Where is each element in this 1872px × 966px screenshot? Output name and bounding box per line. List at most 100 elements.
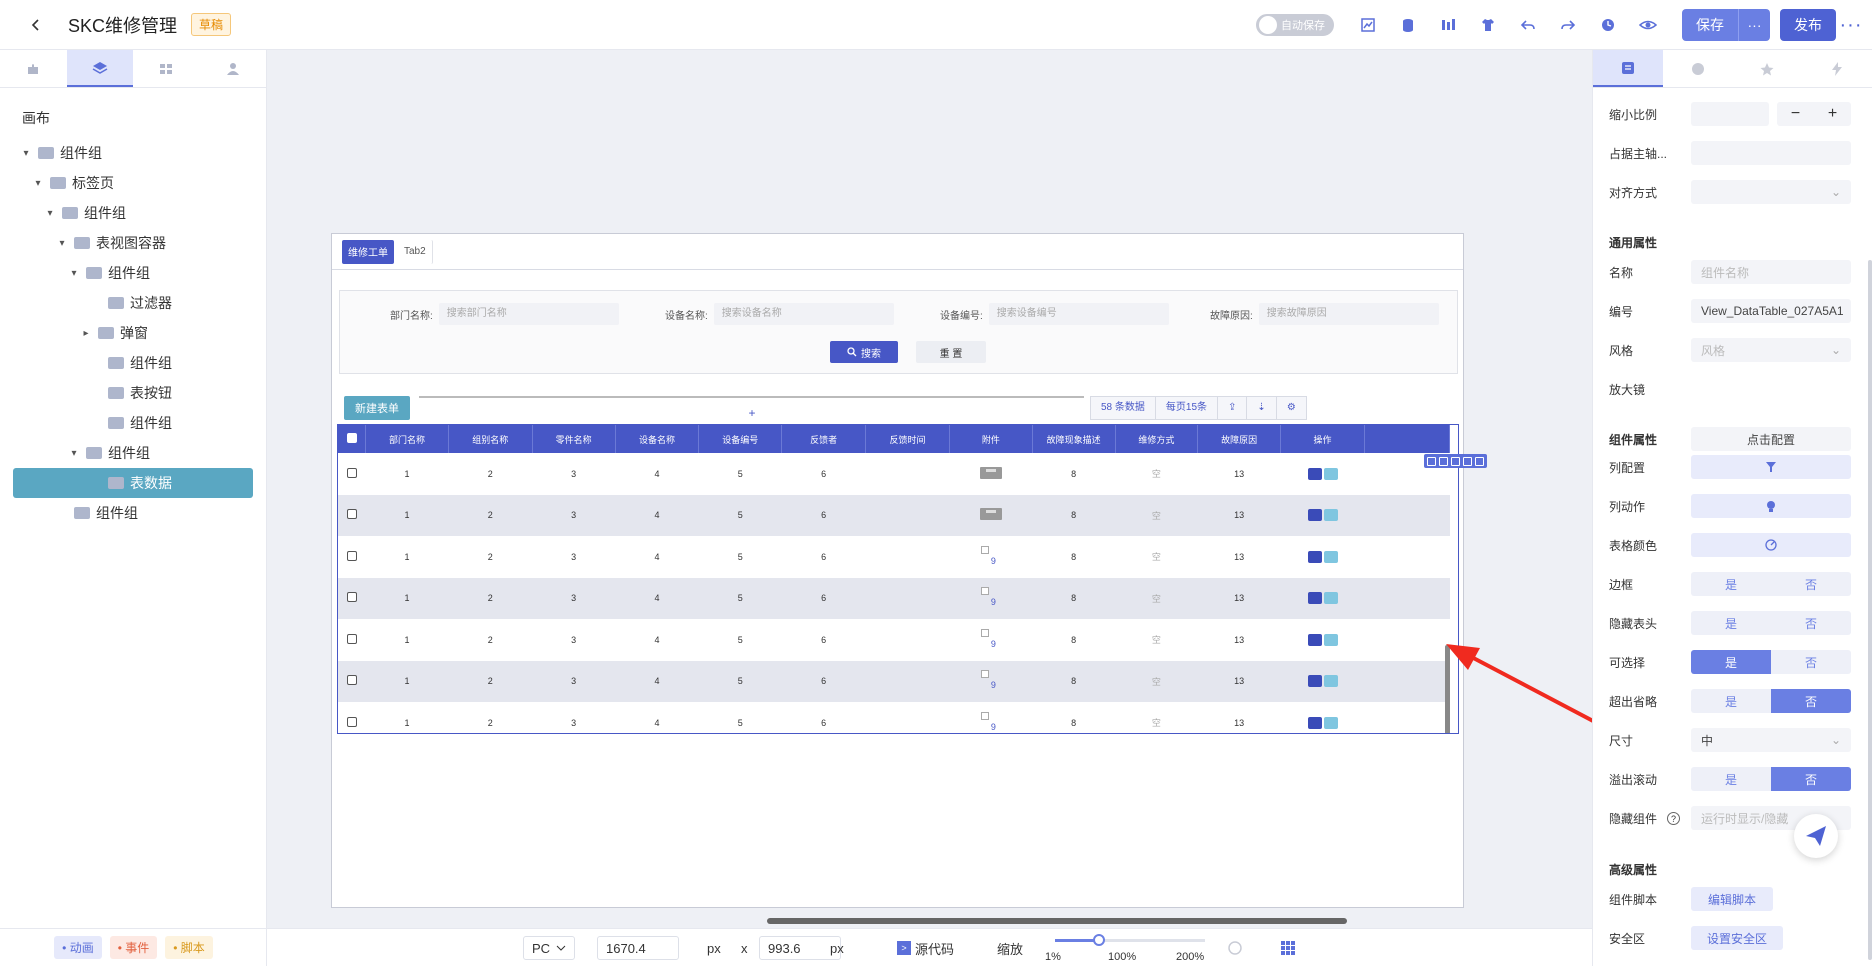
tab-templates[interactable] [133,50,200,87]
tree-node[interactable]: 表数据 [13,468,253,498]
reset-button[interactable]: 重 置 [916,341,986,363]
caret-icon[interactable]: ▾ [44,208,56,219]
device-select[interactable]: PC [523,936,576,960]
tree-node[interactable]: 组件组 [0,498,266,528]
tab-users[interactable] [200,50,267,87]
edit-script-button[interactable]: 编辑脚本 [1691,887,1773,911]
properties-scrollbar[interactable] [1868,260,1872,960]
style-select[interactable]: 风格 ⌄ [1691,338,1851,362]
tab-properties[interactable] [1593,50,1663,87]
tree-node[interactable]: ▾ 组件组 [0,438,266,468]
table-row[interactable]: 1 2 3 4 5 6 9 8 空 13 [338,619,1450,661]
view-button[interactable] [1307,633,1322,646]
column-header[interactable]: 零件名称 [532,425,616,453]
save-icon[interactable] [1427,456,1436,466]
select-all-checkbox[interactable] [346,433,357,443]
tree-node[interactable]: ▾ 组件组 [0,258,266,288]
preview-eye-icon[interactable] [1628,5,1668,45]
border-no[interactable]: 否 [1771,572,1851,596]
increment-button[interactable]: + [1814,102,1851,126]
delete-button[interactable] [1323,550,1338,563]
overflow-no[interactable]: 否 [1771,767,1851,791]
device-name-search-input[interactable]: 搜索设备名称 [713,303,894,325]
history-icon[interactable] [1588,5,1628,45]
settings-icon[interactable]: ⚙ [1277,396,1306,420]
grow-input[interactable] [1691,141,1851,165]
selectable-yes[interactable]: 是 [1691,650,1771,674]
height-input[interactable]: 993.6 [759,936,841,960]
row-checkbox[interactable] [346,467,357,478]
view-button[interactable] [1307,550,1322,563]
selectable-no[interactable]: 否 [1771,650,1851,674]
assistant-fab[interactable] [1794,814,1838,858]
grid-layout-icon[interactable] [1281,937,1295,959]
download-icon[interactable]: ⇣ [1247,396,1277,420]
size-select[interactable]: 中 ⌄ [1691,728,1851,752]
export-icon[interactable]: ⇪ [1218,396,1248,420]
tree-node[interactable]: ▾ 表视图容器 [0,228,266,258]
database-icon[interactable] [1388,5,1428,45]
column-action-button[interactable] [1691,494,1851,518]
script-tag[interactable]: • 脚本 [165,936,213,959]
tree-node[interactable]: 组件组 [0,408,266,438]
back-button[interactable] [22,11,50,39]
column-header[interactable]: 反馈者 [781,425,867,453]
more-icon[interactable] [1475,456,1484,466]
undo-icon[interactable] [1508,5,1548,45]
hide-header-yes[interactable]: 是 [1691,611,1771,635]
tab-layers[interactable] [66,50,133,87]
tab-2[interactable]: Tab2 [398,239,433,264]
canvas-horizontal-scrollbar[interactable] [767,918,1347,924]
align-select[interactable]: ⌄ [1691,180,1851,204]
table-color-button[interactable] [1691,533,1851,557]
delete-button[interactable] [1323,467,1338,480]
column-config-button[interactable] [1691,455,1851,479]
autosave-toggle[interactable]: 自动保存 [1256,14,1334,36]
table-vertical-scrollbar[interactable] [1445,645,1450,733]
bars-icon[interactable] [1428,5,1468,45]
column-header[interactable]: 附件 [949,425,1033,453]
broken-image-icon[interactable]: 9 [980,711,1001,732]
tree-node[interactable]: ▾ 组件组 [0,138,266,168]
page-size[interactable]: 每页15条 [1156,396,1219,420]
shrink-input[interactable] [1691,102,1769,126]
animation-tag[interactable]: • 动画 [54,936,102,959]
caret-icon[interactable]: ▾ [20,148,32,159]
redo-icon[interactable] [1548,5,1588,45]
row-checkbox[interactable] [346,550,357,561]
table-row[interactable]: 1 2 3 4 5 6 9 8 空 13 [338,536,1450,578]
broken-image-icon[interactable]: 9 [980,628,1001,649]
caret-icon[interactable]: ▾ [56,238,68,249]
broken-image-icon[interactable]: 9 [980,545,1001,566]
tree-node[interactable]: ▸ 弹窗 [0,318,266,348]
row-checkbox[interactable] [346,592,357,603]
table-row[interactable]: 1 2 3 4 5 6 9 8 空 13 [338,702,1450,733]
ellipsis-yes[interactable]: 是 [1691,689,1771,713]
source-code-button[interactable]: > 源代码 [897,937,954,959]
column-header[interactable]: 组别名称 [448,425,533,453]
save-button[interactable]: 保存 [1682,9,1738,41]
tab-favorite[interactable] [1733,50,1803,87]
delete-button[interactable] [1323,675,1338,688]
more-menu-icon[interactable]: ··· [1836,14,1866,37]
attachment-image[interactable] [979,508,1002,521]
dept-search-input[interactable]: 搜索部门名称 [438,303,619,325]
view-button[interactable] [1307,675,1322,688]
canvas-root-label[interactable]: 画布 [22,108,266,128]
shirt-icon[interactable] [1468,5,1508,45]
column-header[interactable]: 部门名称 [365,425,449,453]
view-button[interactable] [1307,716,1322,729]
ellipsis-no[interactable]: 否 [1771,689,1851,713]
id-input[interactable]: View_DataTable_027A5A1 [1691,299,1851,323]
column-header[interactable]: 操作 [1280,425,1365,453]
column-header[interactable]: 维修方式 [1115,425,1199,453]
delete-button[interactable] [1323,509,1338,522]
column-header[interactable]: 故障原因 [1197,425,1282,453]
caret-icon[interactable]: ▸ [80,328,92,339]
broken-image-icon[interactable]: 9 [980,587,1001,607]
tab-events[interactable] [1802,50,1872,87]
column-header[interactable]: 设备名称 [615,425,700,453]
paste-icon[interactable] [1451,456,1460,466]
tree-node[interactable]: 组件组 [0,348,266,378]
column-header[interactable]: 反馈时间 [865,425,950,453]
